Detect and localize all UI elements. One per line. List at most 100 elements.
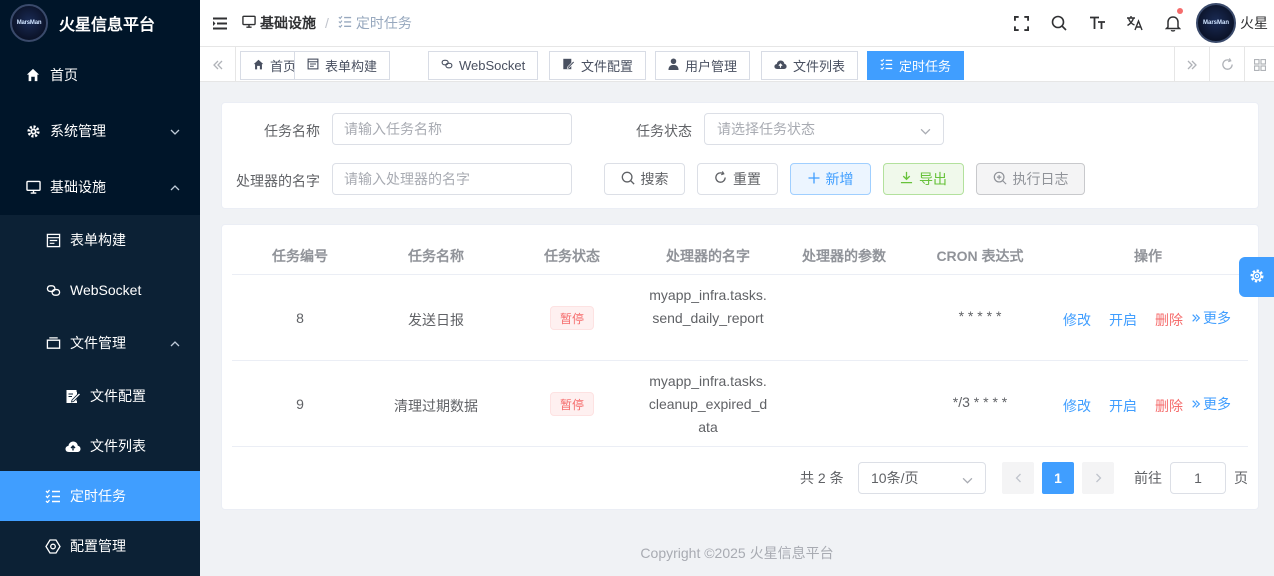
- page-size-value: 10条/页: [871, 470, 919, 486]
- search-icon[interactable]: [1040, 0, 1078, 46]
- handler-name-input[interactable]: 请输入处理器的名字: [332, 163, 572, 195]
- breadcrumb-item-task: 定时任务: [338, 13, 412, 33]
- sidebar-item-label: 文件配置: [90, 388, 146, 404]
- sidebar-item-file-list[interactable]: 文件列表: [0, 421, 200, 471]
- edit-link[interactable]: 修改: [1063, 310, 1091, 330]
- edit-link[interactable]: 修改: [1063, 396, 1091, 416]
- tag-user-manage[interactable]: 用户管理: [655, 51, 751, 80]
- sidebar-item-form-builder[interactable]: 表单构建: [0, 215, 200, 265]
- sidebar-item-label: 基础设施: [50, 179, 106, 195]
- sidebar-item-websocket[interactable]: WebSocket: [0, 265, 200, 315]
- page-number-current[interactable]: 1: [1042, 462, 1074, 494]
- task-status-select[interactable]: 请选择任务状态: [704, 113, 944, 145]
- tag-file-list[interactable]: 文件列表: [761, 51, 859, 80]
- tag-form-builder[interactable]: 表单构建: [294, 51, 391, 80]
- tag-scheduled-task[interactable]: 定时任务: [867, 51, 965, 80]
- sidebar-item-config-manage[interactable]: 配置管理: [0, 521, 200, 571]
- double-chevron-right-icon[interactable]: [1174, 47, 1209, 82]
- status-badge: 暂停: [550, 392, 594, 416]
- gear-icon: [1249, 268, 1265, 287]
- breadcrumb-item-infra[interactable]: 基础设施: [242, 13, 316, 33]
- start-link[interactable]: 开启: [1109, 396, 1137, 416]
- cell-id: 9: [296, 396, 304, 412]
- breadcrumb-label: 基础设施: [260, 15, 316, 31]
- tag-file-config[interactable]: 文件配置: [549, 51, 647, 80]
- more-label: 更多: [1203, 396, 1231, 412]
- sidebar-item-label: 文件列表: [90, 438, 146, 454]
- sidebar-item-system[interactable]: 系统管理: [0, 106, 200, 156]
- refresh-icon[interactable]: [1209, 47, 1244, 82]
- sidebar-item-scheduled-task[interactable]: 定时任务: [0, 471, 200, 521]
- column-header-actions: 操作: [1134, 248, 1162, 264]
- start-link[interactable]: 开启: [1109, 310, 1137, 330]
- add-button[interactable]: 新增: [790, 163, 871, 195]
- sidebar-item-infra[interactable]: 基础设施: [0, 162, 200, 212]
- cell-id: 8: [296, 310, 304, 326]
- grid-menu-icon[interactable]: [1244, 47, 1274, 82]
- form-icon: [44, 233, 62, 248]
- row-divider: [232, 446, 1248, 447]
- sidebar-item-label: 表单构建: [70, 232, 126, 248]
- page-size-select[interactable]: 10条/页: [858, 462, 986, 494]
- bell-icon[interactable]: [1154, 0, 1192, 46]
- hamburger-icon[interactable]: [213, 15, 229, 31]
- cell-cron: * * * * *: [958, 308, 1002, 324]
- breadcrumb: 基础设施 / 定时任务: [242, 13, 412, 33]
- more-link[interactable]: 更多: [1191, 308, 1231, 328]
- form-icon: [307, 58, 319, 73]
- cell-name: 发送日报: [408, 312, 464, 328]
- chevron-up-icon: [170, 180, 180, 196]
- export-button[interactable]: 导出: [883, 163, 964, 195]
- sidebar-item-file-manage[interactable]: 文件管理: [0, 318, 200, 368]
- zoom-in-icon: [993, 171, 1007, 188]
- sidebar-item-home[interactable]: 首页: [0, 50, 200, 100]
- settings-button[interactable]: [1239, 257, 1274, 297]
- sidebar-item-label: WebSocket: [70, 282, 142, 298]
- font-size-icon[interactable]: [1078, 0, 1116, 46]
- next-page-button[interactable]: [1082, 462, 1114, 494]
- double-chevron-left-icon[interactable]: [200, 47, 236, 82]
- sidebar: MarsMan 火星信息平台 首页 系统管理 基础设施 表单构建 WebSock…: [0, 0, 200, 576]
- search-icon: [621, 171, 635, 188]
- add-button-label: 新增: [825, 171, 854, 187]
- cell-name: 清理过期数据: [394, 398, 478, 414]
- gear-icon: [24, 124, 42, 139]
- fullscreen-icon[interactable]: [1002, 0, 1040, 46]
- cloud-upload-icon: [774, 58, 787, 73]
- tag-label: 文件列表: [793, 59, 846, 74]
- search-button[interactable]: 搜索: [604, 163, 685, 195]
- footer-copyright: Copyright ©2025 火星信息平台: [640, 545, 834, 561]
- cloud-upload-icon: [64, 440, 82, 453]
- execution-log-button[interactable]: 执行日志: [976, 163, 1085, 195]
- more-link[interactable]: 更多: [1191, 394, 1231, 414]
- tag-label: WebSocket: [459, 58, 526, 73]
- task-name-input[interactable]: 请输入任务名称: [332, 113, 572, 145]
- handler-name-label: 处理器的名字: [236, 173, 320, 189]
- delete-link[interactable]: 删除: [1155, 396, 1183, 416]
- column-header-id: 任务编号: [272, 248, 328, 264]
- logo-badge: MarsMan: [10, 4, 48, 42]
- breadcrumb-label: 定时任务: [355, 15, 412, 31]
- reset-button[interactable]: 重置: [697, 163, 778, 195]
- chevron-down-icon: [170, 124, 180, 140]
- select-placeholder: 请选择任务状态: [717, 121, 815, 137]
- translate-icon[interactable]: [1116, 0, 1154, 46]
- monitor-icon: [242, 15, 256, 31]
- username[interactable]: 火星: [1240, 13, 1268, 33]
- delete-link[interactable]: 删除: [1155, 310, 1183, 330]
- goto-page-input[interactable]: 1: [1170, 462, 1226, 494]
- link-icon: [441, 58, 453, 73]
- logo[interactable]: MarsMan 火星信息平台: [0, 0, 200, 46]
- sidebar-item-file-config[interactable]: 文件配置: [0, 371, 200, 421]
- edit-file-icon: [562, 58, 575, 73]
- monitor-icon: [24, 180, 42, 194]
- prev-page-button[interactable]: [1002, 462, 1034, 494]
- home-icon: [253, 58, 264, 73]
- sidebar-item-label: 文件管理: [70, 335, 126, 351]
- folder-icon: [44, 336, 62, 350]
- tag-websocket[interactable]: WebSocket: [428, 51, 539, 80]
- task-list-icon: [44, 489, 62, 503]
- avatar[interactable]: MarsMan: [1196, 3, 1236, 43]
- double-chevron-right-icon: [1191, 396, 1201, 412]
- task-list-icon: [880, 58, 893, 73]
